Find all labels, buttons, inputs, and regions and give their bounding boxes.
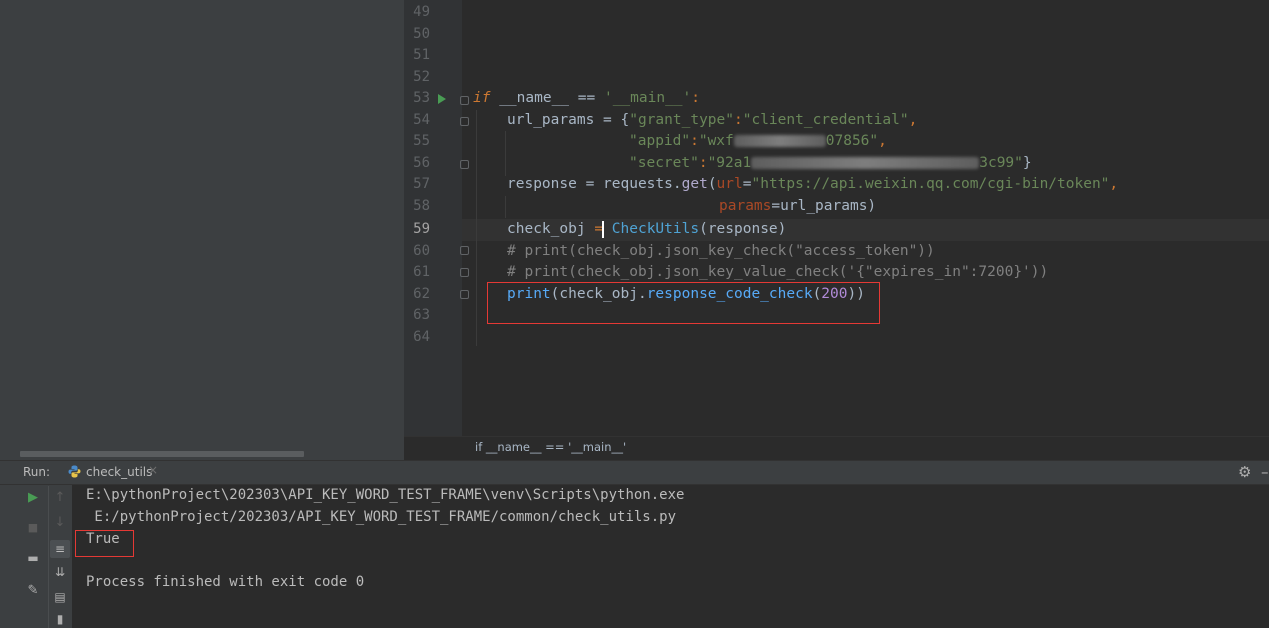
string: "92a1 [707,154,752,171]
code-line-57: response = requests.get(url="https://api… [507,174,1118,196]
string: '__main__' [603,90,692,106]
code-line-58: params=url_params) [719,196,876,218]
line-number: 50 [413,25,430,42]
print-icon[interactable]: ▤ [51,588,69,606]
class-name: CheckUtils [611,221,700,237]
keyword: if [473,90,491,106]
indent-guide [476,110,477,346]
layout-icon[interactable]: ▬ [24,549,42,567]
redacted-blur [751,156,980,169]
line-number: 55 [413,133,430,149]
pin-icon[interactable]: ✎ [24,582,42,600]
line-number-current: 59 [413,221,430,237]
code-line-60: # print(check_obj.json_key_check("access… [507,242,935,259]
fold-icon[interactable] [460,160,469,169]
run-tab-label: check_utils [86,465,153,479]
punct: , [908,111,918,128]
string: "secret" [629,154,699,171]
left-tool-strip [0,0,21,460]
code-line-54: url_params = {"grant_type":"client_crede… [507,110,917,132]
line-number: 64 [413,328,430,345]
code-text: __name__ == [490,90,604,106]
string: "https://api.weixin.qq.com/cgi-bin/token… [751,176,1110,192]
console-line: Process finished with exit code 0 [86,574,365,590]
function-name: get [681,176,708,192]
console-line: E:\pythonProject\202303\API_KEY_WORD_TES… [86,487,685,503]
editor-gutter: 49 50 51 52 53 54 55 56 57 58 59 60 61 6… [404,0,462,436]
code-text: = { [594,111,630,128]
line-number: 60 [413,242,430,259]
fold-icon[interactable] [460,246,469,255]
param-name: url [716,176,743,192]
line-number: 53 [413,90,430,106]
highlight-box [487,282,880,324]
run-toolwindow-header [0,460,1269,485]
punct: : [691,90,701,106]
breadcrumb[interactable]: if __name__ == '__main__' [475,440,626,454]
toolbar-divider [48,486,49,628]
string: 07856" [825,133,879,149]
trash-icon[interactable]: ▮ [51,610,69,628]
gear-icon[interactable]: ⚙ [1238,463,1251,481]
text-caret [602,221,604,238]
project-horizontal-scrollbar[interactable] [20,451,304,457]
run-gutter-icon[interactable] [438,94,446,104]
param-name: params [719,197,772,214]
indent-guide [505,131,506,176]
punct: , [878,133,887,149]
line-number: 57 [413,176,430,192]
code-line-61: # print(check_obj.json_key_value_check('… [507,264,1049,280]
code-text: ( [707,176,717,192]
project-panel [20,0,404,460]
scroll-up-icon[interactable]: ↑ [51,489,69,507]
code-text: = [771,197,781,214]
fold-icon[interactable] [460,117,469,126]
string: "wxf [698,133,734,149]
code-text: = requests. [576,176,682,192]
line-number: 56 [413,154,430,171]
run-label: Run: [23,465,51,479]
fold-icon[interactable] [460,290,469,299]
line-number: 54 [413,111,430,128]
python-icon [68,465,81,478]
string: "client_credential" [742,111,909,128]
scroll-to-end-icon[interactable]: ⇊ [51,563,69,581]
code-text: check_obj [507,221,595,237]
highlight-box [75,530,134,557]
line-number: 51 [413,47,430,63]
minimize-icon[interactable]: – [1261,463,1269,481]
code-line-59: check_obj = CheckUtils(response) [507,219,786,241]
code-line-53: if __name__ == '__main__': [473,88,700,110]
punct: : [690,133,699,149]
string: 3c99" [979,154,1023,171]
fold-icon[interactable] [460,96,469,105]
code-text: url_params) [780,197,877,214]
fold-icon[interactable] [460,268,469,277]
line-number: 62 [413,285,430,302]
code-text: response [507,176,577,192]
close-icon[interactable]: × [148,463,158,477]
scroll-down-icon[interactable]: ↓ [51,514,69,532]
code-line-55: "appid":"wxf 07856", [629,131,887,153]
stop-icon[interactable]: ■ [24,519,42,537]
code-text: (response) [699,221,787,237]
punct: : [698,154,708,171]
line-number: 52 [413,68,430,85]
code-text: url_params [507,111,595,128]
rerun-icon[interactable]: ▶ [24,489,42,507]
string: "grant_type" [629,111,734,128]
soft-wrap-icon[interactable]: ≡ [51,540,69,558]
string: "appid" [629,133,691,149]
line-number: 61 [413,264,430,280]
code-text: } [1022,154,1032,171]
line-number: 49 [413,4,430,20]
line-number: 63 [413,307,430,323]
line-number: 58 [413,197,430,214]
redacted-blur [733,135,826,147]
code-line-56: "secret":"92a1 3c99"} [629,153,1032,175]
indent-guide [505,196,506,218]
punct: , [1109,176,1119,192]
console-line: E:/pythonProject/202303/API_KEY_WORD_TES… [86,509,677,525]
punct: : [734,111,743,128]
